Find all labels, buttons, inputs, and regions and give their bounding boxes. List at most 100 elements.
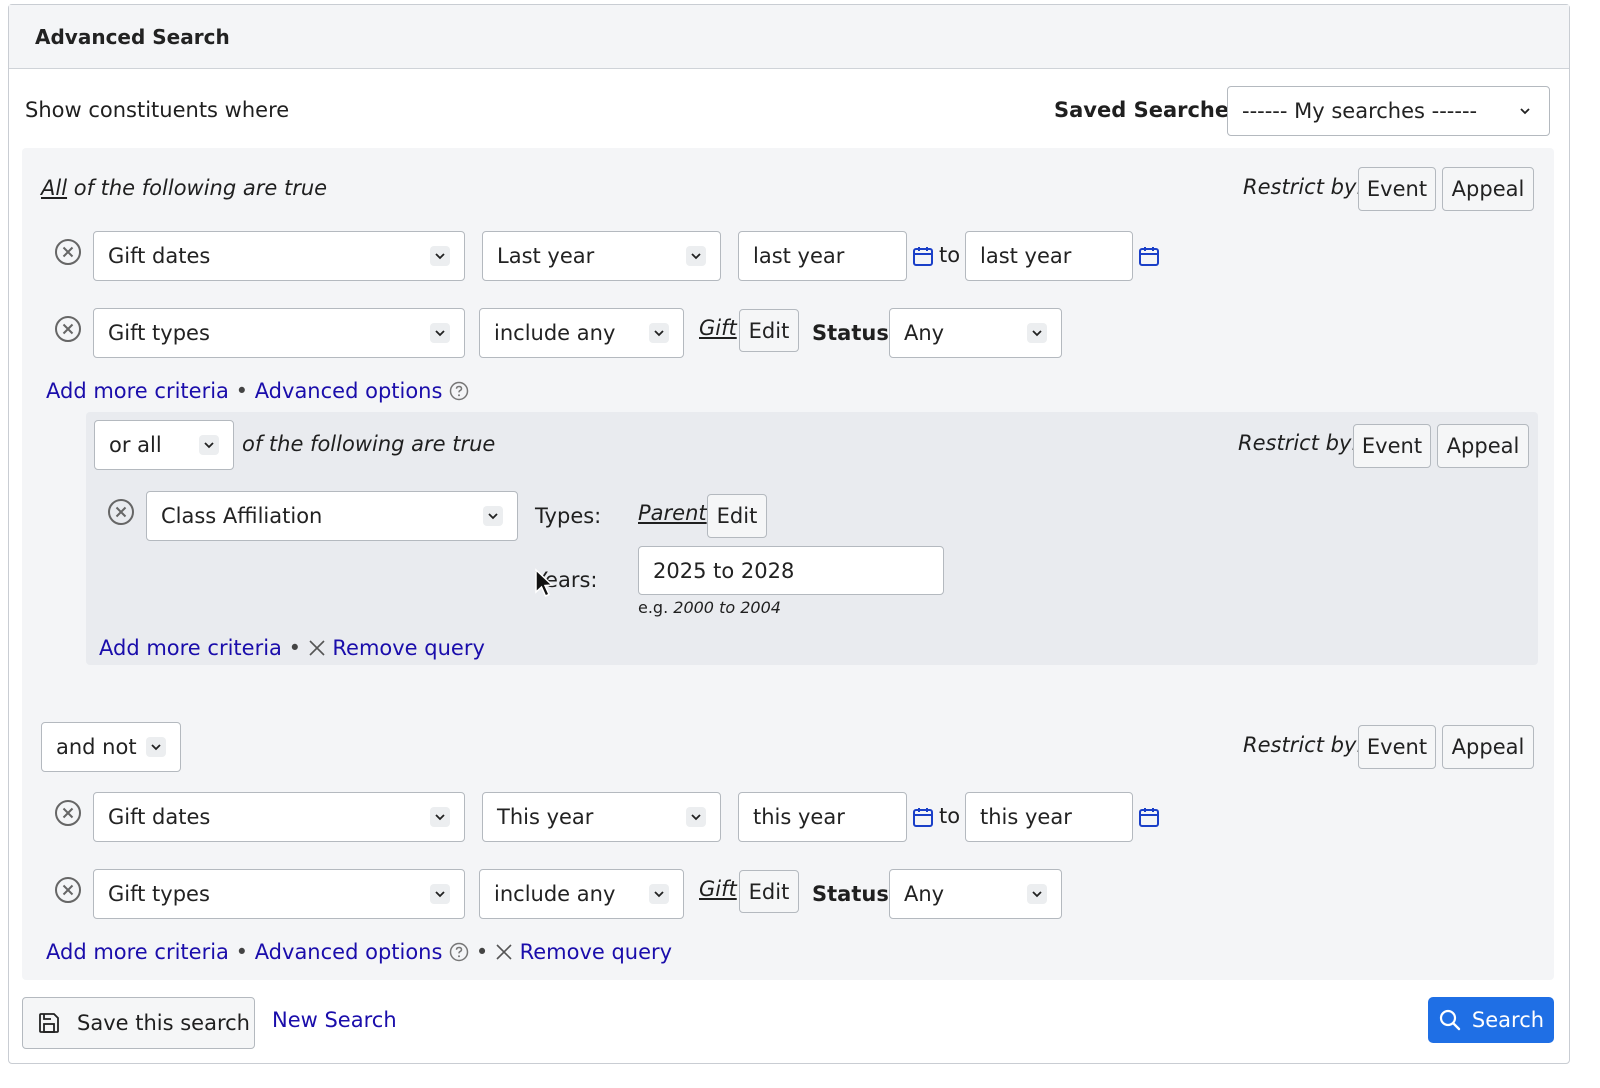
remove-circle-icon[interactable] <box>54 238 82 266</box>
remove-query-link[interactable]: Remove query <box>332 636 485 660</box>
group1-quantifier[interactable]: All <box>41 176 67 200</box>
operator-select[interactable]: include any <box>479 308 684 358</box>
status-value: Any <box>904 321 945 345</box>
date-range-select[interactable]: Last year <box>482 231 721 281</box>
types-label: Types: <box>535 504 602 528</box>
mouse-cursor-icon <box>535 568 554 597</box>
criteria-field-select[interactable]: Class Affiliation <box>146 491 518 541</box>
save-search-button[interactable]: Save this search <box>22 997 255 1049</box>
restrict-appeal-button[interactable]: Appeal <box>1442 167 1534 211</box>
calendar-icon[interactable] <box>912 245 934 267</box>
criteria-field-value: Class Affiliation <box>161 504 323 528</box>
date-range-select[interactable]: This year <box>482 792 721 842</box>
date-to-label: to <box>939 243 961 267</box>
date-from-input[interactable]: last year <box>738 231 907 281</box>
calendar-icon[interactable] <box>1138 806 1160 828</box>
years-hint-prefix: e.g. <box>638 598 669 617</box>
operator-select[interactable]: include any <box>479 869 684 919</box>
saved-searches-value: ------ My searches ------ <box>1242 99 1478 123</box>
years-input[interactable]: 2025 to 2028 <box>638 546 944 595</box>
status-label: Status: <box>812 321 898 345</box>
criteria-field-select[interactable]: Gift types <box>93 869 465 919</box>
gift-type-link[interactable]: Gift <box>699 316 737 340</box>
restrict-by-label: Restrict by: <box>1243 733 1364 757</box>
subgroup-actions: Add more criteria • Remove query <box>99 636 485 660</box>
add-more-criteria-link[interactable]: Add more criteria <box>99 636 282 660</box>
criteria-field-value: Gift dates <box>108 805 211 829</box>
group2-quantifier-value: and not <box>56 735 137 759</box>
chevron-down-icon <box>430 807 450 827</box>
date-to-label: to <box>939 804 961 828</box>
subgroup-quantifier-value: or all <box>109 433 162 457</box>
years-hint-example: 2000 to 2004 <box>673 598 781 617</box>
group1-heading: All of the following are true <box>41 176 327 200</box>
subgroup-quantifier-select[interactable]: or all <box>94 420 234 470</box>
years-hint: e.g. 2000 to 2004 <box>638 598 781 617</box>
status-label: Status: <box>812 882 898 906</box>
chevron-down-icon <box>686 246 706 266</box>
panel-title: Advanced Search <box>9 5 1569 69</box>
intro-label: Show constituents where <box>25 98 290 122</box>
remove-circle-icon[interactable] <box>107 498 135 526</box>
status-select[interactable]: Any <box>889 308 1062 358</box>
save-search-label: Save this search <box>77 1011 250 1035</box>
date-to-input[interactable]: this year <box>965 792 1133 842</box>
edit-types-button[interactable]: Edit <box>707 494 767 538</box>
remove-query-link[interactable]: Remove query <box>520 940 673 964</box>
add-more-criteria-link[interactable]: Add more criteria <box>46 379 229 403</box>
help-icon[interactable] <box>449 381 469 401</box>
chevron-down-icon <box>483 506 503 526</box>
chevron-down-icon <box>1027 323 1047 343</box>
subgroup-heading: of the following are true <box>242 432 496 456</box>
restrict-by-label: Restrict by: <box>1243 175 1364 199</box>
chevron-down-icon <box>430 884 450 904</box>
date-range-value: Last year <box>497 244 595 268</box>
parent-type-link[interactable]: Parent <box>638 501 707 525</box>
operator-value: include any <box>494 882 616 906</box>
chevron-down-icon <box>686 807 706 827</box>
criteria-field-select[interactable]: Gift dates <box>93 792 465 842</box>
chevron-down-icon <box>1027 884 1047 904</box>
calendar-icon[interactable] <box>1138 245 1160 267</box>
add-more-criteria-link[interactable]: Add more criteria <box>46 940 229 964</box>
chevron-down-icon <box>146 737 166 757</box>
date-to-input[interactable]: last year <box>965 231 1133 281</box>
restrict-appeal-button[interactable]: Appeal <box>1442 725 1534 769</box>
group2-quantifier-select[interactable]: and not <box>41 722 181 772</box>
search-button-label: Search <box>1471 1008 1545 1032</box>
search-icon <box>1439 1009 1461 1031</box>
criteria-field-select[interactable]: Gift dates <box>93 231 465 281</box>
group1-actions: Add more criteria • Advanced options <box>46 379 469 403</box>
remove-circle-icon[interactable] <box>54 799 82 827</box>
calendar-icon[interactable] <box>912 806 934 828</box>
gift-type-link[interactable]: Gift <box>699 877 737 901</box>
search-button[interactable]: Search <box>1428 997 1554 1043</box>
restrict-event-button[interactable]: Event <box>1353 424 1431 468</box>
edit-types-button[interactable]: Edit <box>739 309 799 352</box>
criteria-field-value: Gift types <box>108 882 210 906</box>
remove-circle-icon[interactable] <box>54 315 82 343</box>
advanced-options-link[interactable]: Advanced options <box>255 379 443 403</box>
restrict-event-button[interactable]: Event <box>1358 725 1436 769</box>
criteria-field-select[interactable]: Gift types <box>93 308 465 358</box>
edit-types-button[interactable]: Edit <box>739 870 799 913</box>
help-icon[interactable] <box>449 942 469 962</box>
advanced-options-link[interactable]: Advanced options <box>255 940 443 964</box>
chevron-down-icon <box>649 323 669 343</box>
saved-searches-label: Saved Searches: <box>1054 98 1251 122</box>
operator-value: include any <box>494 321 616 345</box>
close-icon[interactable] <box>495 943 513 961</box>
criteria-field-value: Gift types <box>108 321 210 345</box>
remove-circle-icon[interactable] <box>54 876 82 904</box>
restrict-appeal-button[interactable]: Appeal <box>1437 424 1529 468</box>
criteria-field-value: Gift dates <box>108 244 211 268</box>
saved-searches-select[interactable]: ------ My searches ------ <box>1227 86 1550 136</box>
separator: • <box>475 940 489 964</box>
new-search-link[interactable]: New Search <box>272 1008 397 1032</box>
chevron-down-icon <box>649 884 669 904</box>
close-icon[interactable] <box>308 639 326 657</box>
restrict-event-button[interactable]: Event <box>1358 167 1436 211</box>
date-from-input[interactable]: this year <box>738 792 907 842</box>
status-select[interactable]: Any <box>889 869 1062 919</box>
group1-heading-rest: of the following are true <box>67 176 328 200</box>
